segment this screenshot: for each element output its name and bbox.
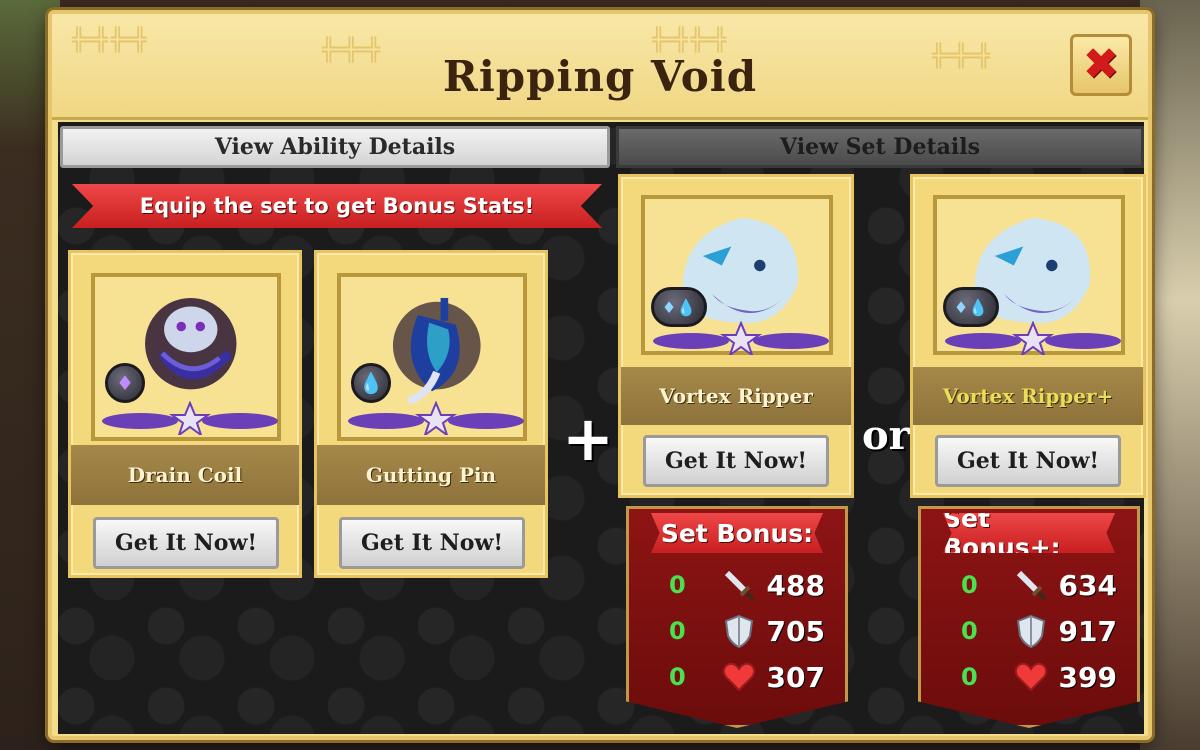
title-bar: ╬═╬ ╬═╬ ╬═╬═╬ ╬═╬ ╬═╬ ╬═╬═╬ Ripping Void… [52, 14, 1148, 120]
stat-row-health: 0 307 [669, 657, 825, 697]
sword-icon [717, 567, 761, 603]
dialog-title: Ripping Void [442, 52, 758, 101]
star-laurel-icon [348, 401, 524, 435]
heart-icon [1009, 659, 1053, 695]
item-portrait-frame: ♦ [91, 273, 281, 441]
stat-row-defense: 0 705 [669, 611, 825, 651]
sword-icon [1009, 567, 1053, 603]
stat-current: 0 [669, 617, 686, 645]
stat-value: 399 [1058, 660, 1117, 694]
stat-row-attack: 0 488 [669, 565, 825, 605]
set-bonus-panel: Set Bonus: 0 488 0 705 0 307 [626, 506, 848, 728]
get-it-now-button[interactable]: Get It Now! [643, 435, 829, 487]
stat-value: 917 [1058, 614, 1117, 648]
or-separator: or [862, 412, 910, 459]
star-laurel-icon [945, 321, 1121, 355]
plus-icon: + [562, 402, 614, 475]
bonus-stats-banner: Equip the set to get Bonus Stats! [72, 184, 602, 228]
get-it-now-button[interactable]: Get It Now! [935, 435, 1121, 487]
ripping-void-dialog: ╬═╬ ╬═╬ ╬═╬═╬ ╬═╬ ╬═╬ ╬═╬═╬ Ripping Void… [48, 10, 1152, 740]
stat-row-defense: 0 917 [961, 611, 1117, 651]
stat-value: 488 [766, 568, 825, 602]
shield-icon [1009, 613, 1053, 649]
set-portrait-frame: ♦💧 [641, 195, 833, 355]
stat-value: 705 [766, 614, 825, 648]
stat-row-attack: 0 634 [961, 565, 1117, 605]
dark-element-icon: ♦ [105, 363, 145, 403]
stat-current: 0 [961, 663, 978, 691]
set-bonus-plus-panel: Set Bonus+: 0 634 0 917 0 399 [918, 506, 1140, 728]
tab-view-set-details[interactable]: View Set Details [616, 126, 1144, 168]
stat-current: 0 [669, 663, 686, 691]
set-portrait-frame: ♦💧 [933, 195, 1125, 355]
stat-row-health: 0 399 [961, 657, 1117, 697]
set-bonus-title: Set Bonus+: [943, 513, 1115, 553]
stat-value: 307 [766, 660, 825, 694]
set-card-vortex-ripper-plus[interactable]: ♦💧 Vortex Ripper+ Get It Now! [910, 174, 1146, 498]
item-name: Gutting Pin [317, 445, 545, 505]
get-it-now-button[interactable]: Get It Now! [93, 517, 279, 569]
title-pattern-decoration: ╬═╬ ╬═╬ [652, 28, 726, 53]
set-name: Vortex Ripper+ [913, 367, 1143, 425]
set-card-vortex-ripper[interactable]: ♦💧 Vortex Ripper Get It Now! [618, 174, 854, 498]
water-element-icon: 💧 [351, 363, 391, 403]
stat-current: 0 [669, 571, 686, 599]
item-portrait-frame: 💧 [337, 273, 527, 441]
title-pattern-decoration: ╬═╬ ╬═╬ [72, 28, 146, 53]
stat-current: 0 [961, 571, 978, 599]
item-card-drain-coil[interactable]: ♦ Drain Coil Get It Now! [68, 250, 302, 578]
tab-view-ability-details[interactable]: View Ability Details [60, 126, 610, 168]
close-button[interactable]: ✖ [1070, 34, 1132, 96]
heart-icon [717, 659, 761, 695]
set-name: Vortex Ripper [621, 367, 851, 425]
shield-icon [717, 613, 761, 649]
item-name: Drain Coil [71, 445, 299, 505]
stat-current: 0 [961, 617, 978, 645]
dialog-content: View Ability Details View Set Details Eq… [58, 122, 1146, 734]
set-bonus-title: Set Bonus: [651, 513, 823, 553]
stat-value: 634 [1058, 568, 1117, 602]
close-icon: ✖ [1082, 39, 1120, 90]
get-it-now-button[interactable]: Get It Now! [339, 517, 525, 569]
item-card-gutting-pin[interactable]: 💧 Gutting Pin Get It Now! [314, 250, 548, 578]
star-laurel-icon [102, 401, 278, 435]
star-laurel-icon [653, 321, 829, 355]
